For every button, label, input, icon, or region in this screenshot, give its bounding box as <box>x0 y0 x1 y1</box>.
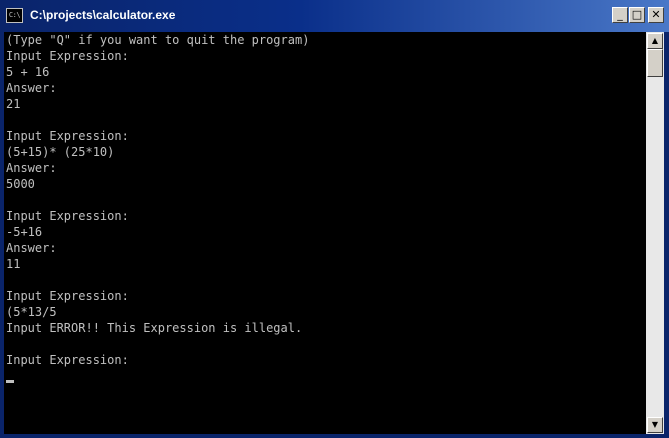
console-line: Input ERROR!! This Expression is illegal… <box>6 321 303 335</box>
console-line: Answer: <box>6 161 57 175</box>
console-output[interactable]: (Type "Q" if you want to quit the progra… <box>4 32 646 434</box>
text-cursor <box>6 380 14 383</box>
console-line: 11 <box>6 257 21 271</box>
title-bar[interactable]: C:\ C:\projects\calculator.exe _ □ ✕ <box>0 0 669 32</box>
scroll-up-icon[interactable]: ▲ <box>647 33 663 49</box>
scroll-thumb[interactable] <box>647 49 663 77</box>
console-line: 5 + 16 <box>6 65 50 79</box>
console-line: Input Expression: <box>6 209 129 223</box>
console-line: 5000 <box>6 177 35 191</box>
console-line: Input Expression: <box>6 129 129 143</box>
console-line: -5+16 <box>6 225 43 239</box>
console-app-icon[interactable]: C:\ <box>6 8 23 23</box>
scroll-down-icon[interactable]: ▼ <box>647 417 663 433</box>
window-title: C:\projects\calculator.exe <box>30 8 176 22</box>
vertical-scrollbar[interactable]: ▲ ▼ <box>646 32 664 434</box>
console-line: Input Expression: <box>6 289 129 303</box>
console-window: C:\ C:\projects\calculator.exe _ □ ✕ (Ty… <box>0 0 669 438</box>
console-line: 21 <box>6 97 21 111</box>
console-line: (5*13/5 <box>6 305 57 319</box>
console-line: Input Expression: <box>6 49 129 63</box>
close-button[interactable]: ✕ <box>648 7 664 23</box>
console-line: Input Expression: <box>6 353 129 367</box>
minimize-button[interactable]: _ <box>612 7 628 23</box>
console-line: (Type "Q" if you want to quit the progra… <box>6 33 310 47</box>
console-line: (5+15)* (25*10) <box>6 145 115 159</box>
console-line: Answer: <box>6 241 57 255</box>
maximize-button[interactable]: □ <box>629 7 645 23</box>
console-line: Answer: <box>6 81 57 95</box>
